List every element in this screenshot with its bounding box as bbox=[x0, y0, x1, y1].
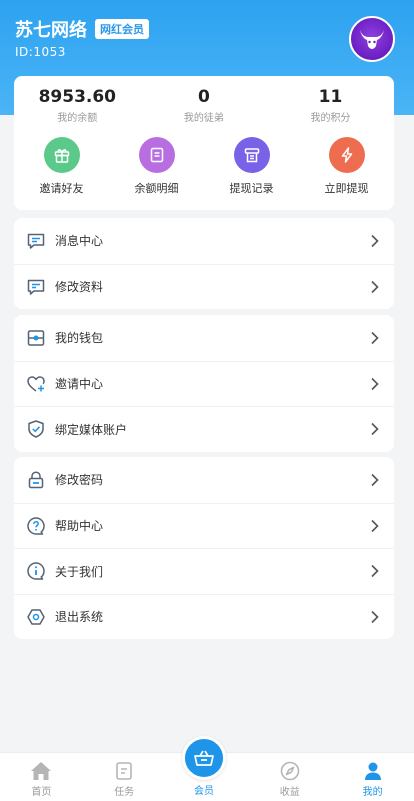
tab-label: 收益 bbox=[279, 787, 300, 798]
receipt-icon bbox=[233, 137, 270, 173]
lightning-icon bbox=[328, 137, 365, 173]
menu-label: 关于我们 bbox=[55, 564, 104, 579]
chevron-right-icon bbox=[371, 234, 379, 247]
bull-head-icon bbox=[360, 30, 384, 49]
menu-item-edit-profile[interactable]: 修改资料 bbox=[14, 263, 394, 310]
hexagon-icon bbox=[26, 607, 46, 627]
tab-income[interactable]: 收益 bbox=[248, 753, 331, 801]
menu-group-wallet: 我的钱包 邀请中心 绑定媒体账户 bbox=[14, 315, 394, 452]
brand: 苏七网络 网红会员 bbox=[15, 16, 149, 42]
avatar[interactable] bbox=[349, 16, 395, 62]
message-icon bbox=[26, 231, 46, 251]
user-id: ID:1053 bbox=[15, 45, 66, 59]
chevron-right-icon bbox=[371, 565, 379, 578]
tab-mine[interactable]: 我的 bbox=[331, 753, 414, 801]
action-label: 提现记录 bbox=[229, 182, 274, 195]
chevron-right-icon bbox=[371, 377, 379, 390]
shield-check-icon bbox=[26, 419, 46, 439]
stats-row: 8953.60 我的余额 0 我的徒弟 11 我的积分 bbox=[14, 86, 394, 124]
stat-apprentices[interactable]: 0 我的徒弟 bbox=[141, 86, 268, 124]
info-icon bbox=[26, 561, 46, 581]
document-icon bbox=[138, 137, 175, 173]
chevron-right-icon bbox=[371, 280, 379, 293]
brand-name: 苏七网络 bbox=[15, 20, 87, 41]
menu-item-about-us[interactable]: 关于我们 bbox=[14, 548, 394, 594]
vip-badge: 网红会员 bbox=[95, 19, 149, 39]
menu-label: 我的钱包 bbox=[55, 331, 104, 346]
tab-task[interactable]: 任务 bbox=[83, 753, 166, 801]
menu-label: 绑定媒体账户 bbox=[55, 422, 128, 437]
menu-item-help-center[interactable]: 帮助中心 bbox=[14, 502, 394, 549]
withdraw-now-button[interactable]: 立即提现 bbox=[299, 137, 394, 196]
task-icon bbox=[112, 759, 136, 783]
edit-message-icon bbox=[26, 277, 46, 297]
menu-label: 帮助中心 bbox=[55, 519, 104, 534]
stats-card: 8953.60 我的余额 0 我的徒弟 11 我的积分 邀请好友 余额明细 提现… bbox=[14, 76, 394, 210]
stat-value: 0 bbox=[197, 87, 210, 107]
user-icon bbox=[361, 759, 385, 783]
balance-detail-button[interactable]: 余额明细 bbox=[109, 137, 204, 196]
menu-item-message-center[interactable]: 消息中心 bbox=[14, 218, 394, 264]
menu-item-my-wallet[interactable]: 我的钱包 bbox=[14, 315, 394, 361]
chevron-right-icon bbox=[371, 519, 379, 532]
compass-icon bbox=[278, 759, 302, 783]
menu-group-messages: 消息中心 修改资料 bbox=[14, 218, 394, 309]
chevron-right-icon bbox=[371, 331, 379, 344]
menu-label: 邀请中心 bbox=[55, 377, 104, 392]
chevron-right-icon bbox=[371, 610, 379, 623]
lock-icon bbox=[26, 470, 46, 490]
menu-item-logout[interactable]: 退出系统 bbox=[14, 593, 394, 640]
menu-label: 消息中心 bbox=[55, 234, 104, 249]
action-label: 邀请好友 bbox=[39, 182, 84, 195]
tab-label: 任务 bbox=[114, 787, 135, 798]
tab-label: 我的 bbox=[362, 787, 383, 798]
stat-value: 11 bbox=[318, 87, 343, 107]
wallet-icon bbox=[26, 328, 46, 348]
tab-member-button[interactable] bbox=[182, 736, 226, 780]
quick-actions: 邀请好友 余额明细 提现记录 立即提现 bbox=[14, 137, 394, 196]
menu-label: 修改资料 bbox=[55, 280, 104, 295]
stat-value: 8953.60 bbox=[38, 87, 117, 107]
menu-label: 退出系统 bbox=[55, 610, 104, 625]
stat-points[interactable]: 11 我的积分 bbox=[267, 86, 394, 124]
menu-label: 修改密码 bbox=[55, 473, 104, 488]
home-icon bbox=[29, 759, 53, 783]
action-label: 余额明细 bbox=[134, 182, 179, 195]
stat-balance[interactable]: 8953.60 我的余额 bbox=[14, 86, 141, 124]
stat-label: 我的徒弟 bbox=[183, 113, 224, 124]
tab-home[interactable]: 首页 bbox=[0, 753, 83, 801]
gift-icon bbox=[43, 137, 80, 173]
menu-group-system: 修改密码 帮助中心 关于我们 退出系统 bbox=[14, 457, 394, 639]
question-icon bbox=[26, 516, 46, 536]
menu-item-change-password[interactable]: 修改密码 bbox=[14, 457, 394, 503]
tab-label: 首页 bbox=[31, 787, 52, 798]
heart-plus-icon bbox=[26, 374, 46, 394]
stat-label: 我的余额 bbox=[57, 113, 98, 124]
menu-item-invite-center[interactable]: 邀请中心 bbox=[14, 360, 394, 407]
stat-label: 我的积分 bbox=[310, 113, 351, 124]
basket-icon bbox=[194, 750, 214, 766]
withdraw-records-button[interactable]: 提现记录 bbox=[204, 137, 299, 196]
chevron-right-icon bbox=[371, 423, 379, 436]
menu-item-bind-media[interactable]: 绑定媒体账户 bbox=[14, 406, 394, 452]
action-label: 立即提现 bbox=[324, 182, 369, 195]
tab-member-label: 会员 bbox=[194, 786, 214, 797]
invite-friends-button[interactable]: 邀请好友 bbox=[14, 137, 109, 196]
chevron-right-icon bbox=[371, 473, 379, 486]
